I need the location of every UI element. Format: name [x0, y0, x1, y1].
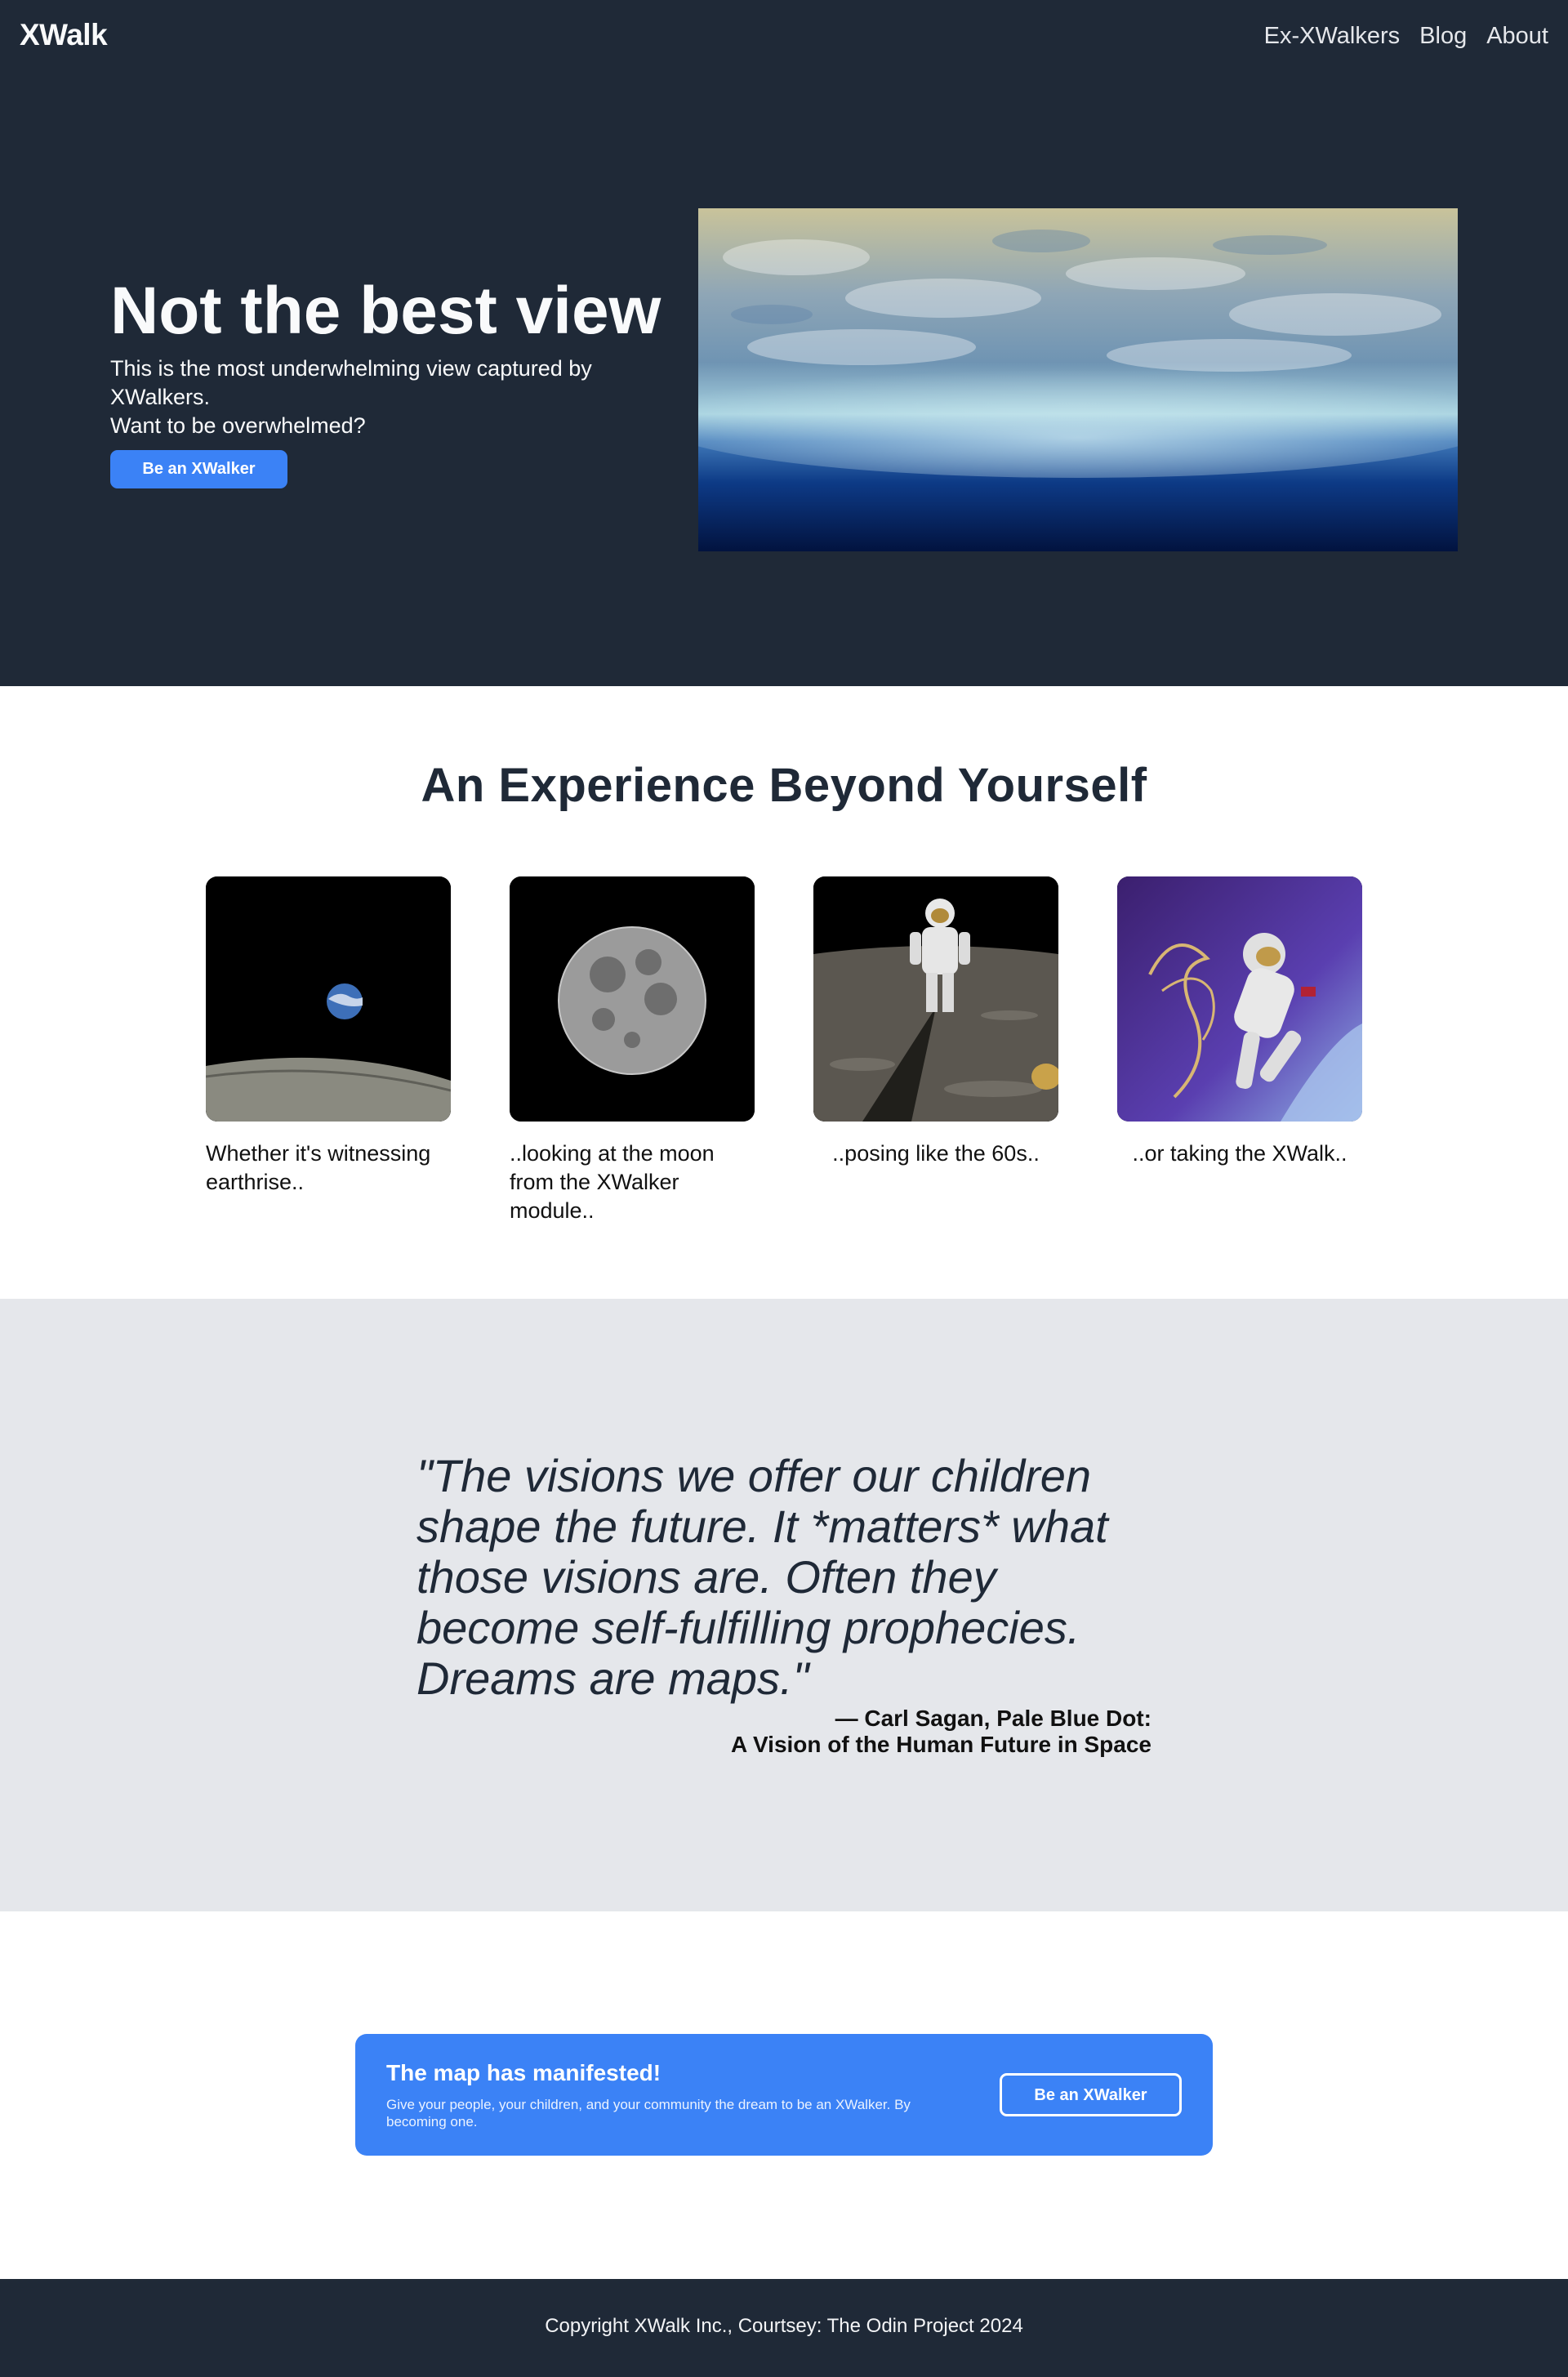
earthrise-image: [206, 876, 451, 1122]
hero-cta-button[interactable]: Be an XWalker: [110, 450, 287, 488]
hero-section: XWalk Ex-XWalkers Blog About Not the bes…: [0, 0, 1568, 686]
cta-button[interactable]: Be an XWalker: [1000, 2073, 1182, 2116]
full-moon-image: [510, 876, 755, 1122]
hero-subtitle: This is the most underwhelming view capt…: [110, 355, 617, 440]
quote-text: "The visions we offer our children shape…: [416, 1450, 1108, 1704]
earth-horizon-image: [698, 208, 1458, 551]
experience-card: ..or taking the XWalk..: [1117, 876, 1362, 1168]
nav-link-about[interactable]: About: [1486, 23, 1548, 50]
cta-title: The map has manifested!: [386, 2060, 662, 2085]
quote-attribution-line2: A Vision of the Human Future in Space: [731, 1732, 1152, 1757]
card-caption: Whether it's witnessing earthrise..: [206, 1141, 431, 1194]
footer: Copyright XWalk Inc., Courtsey: The Odin…: [0, 2279, 1568, 2377]
top-nav: Ex-XWalkers Blog About: [1264, 23, 1548, 50]
cta-text: Give your people, your children, and you…: [386, 2097, 911, 2129]
hero-subtitle-line1: This is the most underwhelming view capt…: [110, 356, 592, 409]
card-caption: ..posing like the 60s..: [832, 1141, 1040, 1166]
quote-attribution: — Carl Sagan, Pale Blue Dot: A Vision of…: [416, 1706, 1152, 1758]
brand-logo[interactable]: XWalk: [20, 18, 108, 52]
footer-copyright: Copyright XWalk Inc., Courtsey: The Odin…: [545, 2315, 1023, 2337]
cta-banner: The map has manifested! Give your people…: [355, 2034, 1213, 2156]
experience-card: ..posing like the 60s..: [813, 876, 1058, 1168]
hero-title: Not the best view: [110, 274, 662, 348]
experience-card: Whether it's witnessing earthrise..: [206, 876, 451, 1197]
earth-horizon-illustration: [698, 208, 1458, 551]
card-caption: ..looking at the moon from the XWalker m…: [510, 1141, 715, 1223]
experience-card: ..looking at the moon from the XWalker m…: [510, 876, 755, 1225]
spacewalk-image: [1117, 876, 1362, 1122]
nav-link-ex-xwalkers[interactable]: Ex-XWalkers: [1264, 23, 1401, 50]
card-caption: ..or taking the XWalk..: [1132, 1141, 1348, 1166]
astronaut-on-moon-image: [813, 876, 1058, 1122]
nav-link-blog[interactable]: Blog: [1419, 23, 1467, 50]
quote-attribution-line1: — Carl Sagan, Pale Blue Dot:: [835, 1706, 1152, 1731]
experience-title: An Experience Beyond Yourself: [421, 759, 1147, 812]
hero-text: Not the best view This is the most under…: [110, 271, 698, 488]
hero-subtitle-line2: Want to be overwhelmed?: [110, 413, 366, 438]
